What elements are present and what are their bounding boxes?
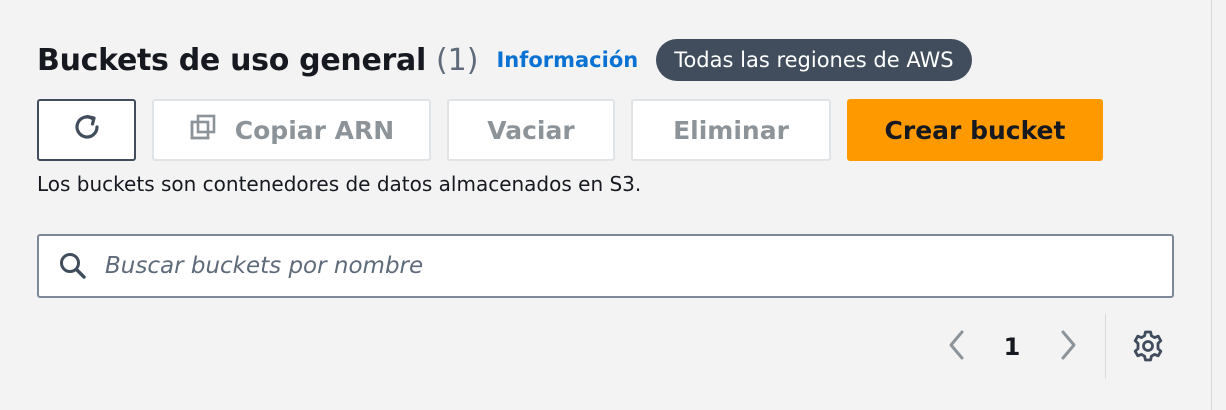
empty-button[interactable]: Vaciar [447,99,615,161]
create-bucket-label: Crear bucket [884,115,1066,145]
info-link[interactable]: Información [496,48,638,72]
refresh-button[interactable] [37,99,136,161]
refresh-icon [70,110,104,150]
delete-label: Eliminar [673,115,789,145]
gear-icon [1131,329,1165,367]
page-title: Buckets de uso general [37,42,426,78]
copy-arn-button[interactable]: Copiar ARN [152,99,431,161]
previous-page-button[interactable] [943,330,971,364]
search-input[interactable] [103,252,1107,280]
chevron-left-icon [946,329,968,365]
chevron-right-icon [1057,329,1079,365]
page-number-button[interactable]: 1 [998,330,1026,364]
pagination-divider [1105,314,1106,378]
copy-icon [189,113,235,147]
next-page-button[interactable] [1054,330,1082,364]
delete-button[interactable]: Eliminar [631,99,831,161]
create-bucket-button[interactable]: Crear bucket [847,99,1103,161]
search-icon [57,250,89,282]
bucket-count: (1) [435,42,479,78]
panel-divider [1211,0,1212,410]
search-field[interactable] [37,234,1174,298]
section-description: Los buckets son contenedores de datos al… [37,172,642,196]
page-header: Buckets de uso general (1) Información T… [37,38,972,82]
empty-label: Vaciar [487,115,575,145]
region-badge: Todas las regiones de AWS [656,39,972,81]
copy-arn-label: Copiar ARN [234,115,395,145]
preferences-button[interactable] [1130,330,1166,366]
